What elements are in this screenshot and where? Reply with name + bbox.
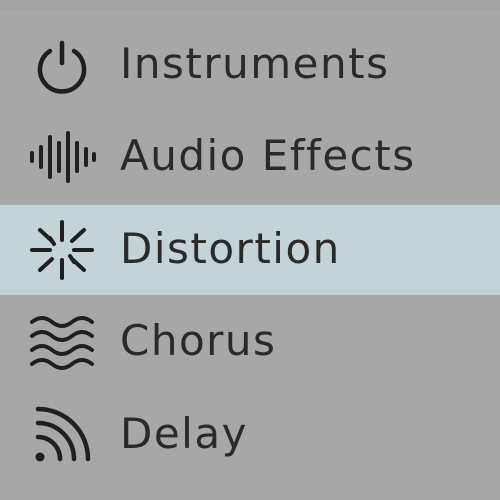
waves-icon [24, 310, 100, 374]
category-item-chorus[interactable]: Chorus [0, 297, 500, 387]
list-top-edge [0, 0, 500, 10]
category-item-instruments[interactable]: Instruments [0, 20, 500, 110]
waveform-icon [24, 125, 100, 189]
browser-category-list: Instruments Audio Effects Distortion Cho… [0, 0, 500, 500]
burst-icon [24, 218, 100, 282]
category-label: Chorus [120, 316, 277, 366]
category-item-audio-effects[interactable]: Audio Effects [0, 112, 500, 202]
category-label: Instruments [120, 39, 390, 89]
category-label: Distortion [120, 224, 341, 274]
category-item-distortion[interactable]: Distortion [0, 205, 500, 295]
category-label: Delay [120, 409, 248, 459]
echo-icon [24, 403, 100, 467]
category-item-delay[interactable]: Delay [0, 390, 500, 480]
category-label: Audio Effects [120, 131, 416, 181]
power-dial-icon [24, 33, 100, 97]
